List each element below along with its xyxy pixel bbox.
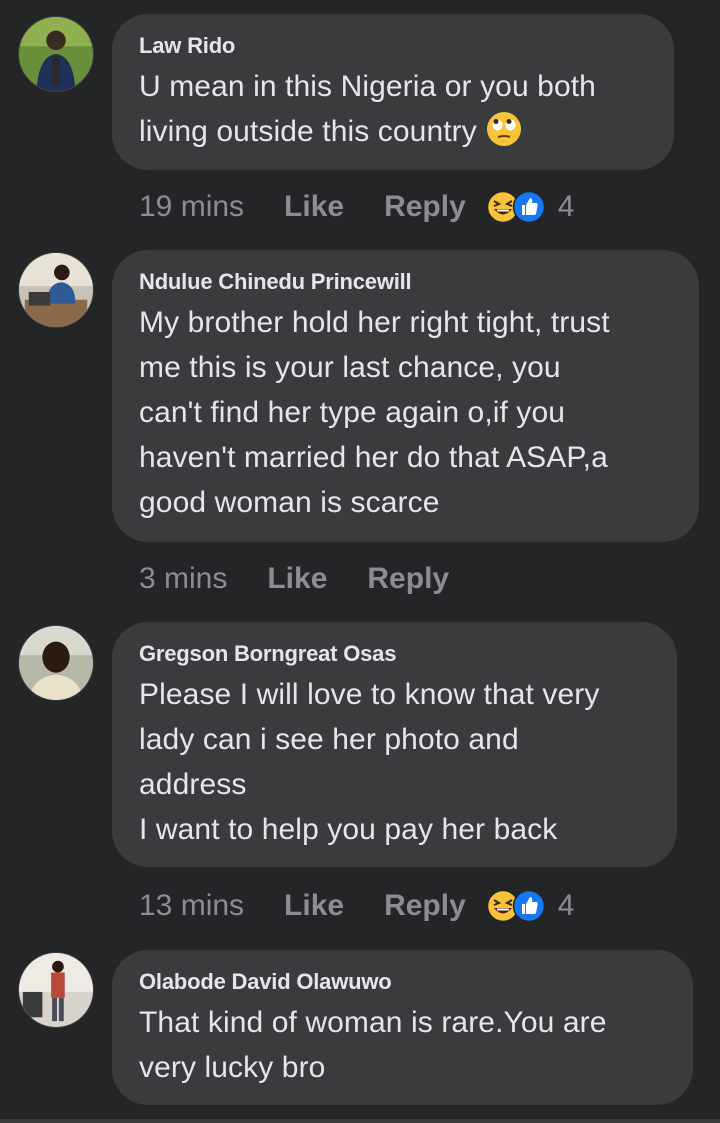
- comment-line: My brother hold her right tight, trust: [139, 306, 610, 339]
- comment-actions: 3 mins Like Reply: [139, 559, 469, 599]
- thumbs-up-reaction-icon: [512, 190, 546, 224]
- avatar-olabode-david-olawuwo[interactable]: [18, 952, 94, 1028]
- comment-line: Please I will love to know that very: [139, 678, 600, 711]
- comment-line: good woman is scarce: [139, 486, 440, 519]
- avatar-law-rido[interactable]: [18, 16, 94, 92]
- comment-bubble: Ndulue Chinedu Princewill My brother hol…: [112, 250, 699, 542]
- like-button[interactable]: Like: [284, 190, 344, 224]
- reaction-summary[interactable]: 4: [486, 190, 575, 224]
- comment-line: address: [139, 768, 247, 801]
- comment-author[interactable]: Gregson Borngreat Osas: [139, 640, 651, 668]
- comment-timestamp[interactable]: 13 mins: [139, 889, 244, 923]
- comment-actions: 13 mins Like Reply 4: [139, 886, 574, 926]
- comment-text: Please I will love to know that very lad…: [139, 672, 651, 852]
- avatar-photo: [19, 17, 93, 91]
- avatar-photo: [19, 626, 93, 700]
- comment-line: can't find her type again o,if you: [139, 396, 566, 429]
- like-button[interactable]: Like: [284, 889, 344, 923]
- comment-text: That kind of woman is rare.You are very …: [139, 1000, 667, 1090]
- comment-bubble: Olabode David Olawuwo That kind of woman…: [112, 950, 693, 1105]
- like-button[interactable]: Like: [267, 562, 327, 596]
- comment-line-with-emoji: living outside this country: [139, 109, 648, 154]
- avatar-gregson-borngreat-osas[interactable]: [18, 625, 94, 701]
- face-with-rolling-eyes-emoji: [486, 112, 521, 146]
- comment-timestamp[interactable]: 3 mins: [139, 562, 227, 596]
- avatar-photo: [19, 253, 93, 327]
- comment-line: That kind of woman is rare.You are: [139, 1006, 607, 1039]
- thumbs-up-reaction-icon: [512, 889, 546, 923]
- comment-line: lady can i see her photo and: [139, 723, 519, 756]
- avatar-ndulue-chinedu-princewill[interactable]: [18, 252, 94, 328]
- comment-line: haven't married her do that ASAP,a: [139, 441, 608, 474]
- comment-timestamp[interactable]: 19 mins: [139, 190, 244, 224]
- comment-text: U mean in this Nigeria or you both livin…: [139, 64, 648, 154]
- reaction-count: 4: [557, 889, 575, 922]
- reply-button[interactable]: Reply: [384, 889, 466, 923]
- divider: [0, 1119, 720, 1123]
- comment-line: very lucky bro: [139, 1051, 326, 1084]
- comment-author[interactable]: Olabode David Olawuwo: [139, 968, 667, 996]
- reply-button[interactable]: Reply: [367, 562, 449, 596]
- comment-text: My brother hold her right tight, trust m…: [139, 300, 673, 525]
- reaction-summary[interactable]: 4: [486, 889, 575, 923]
- comment-line: U mean in this Nigeria or you both: [139, 70, 596, 103]
- reaction-count: 4: [557, 190, 575, 223]
- reply-button[interactable]: Reply: [384, 190, 466, 224]
- comment-line: me this is your last chance, you: [139, 351, 561, 384]
- comment-author[interactable]: Law Rido: [139, 32, 648, 60]
- comment-actions: 19 mins Like Reply 4: [139, 187, 574, 227]
- comment-line: I want to help you pay her back: [139, 813, 558, 846]
- avatar-photo: [19, 953, 93, 1027]
- comment-bubble: Law Rido U mean in this Nigeria or you b…: [112, 14, 674, 170]
- comment-bubble: Gregson Borngreat Osas Please I will lov…: [112, 622, 677, 867]
- comment-line: living outside this country: [139, 115, 477, 148]
- comment-author[interactable]: Ndulue Chinedu Princewill: [139, 268, 673, 296]
